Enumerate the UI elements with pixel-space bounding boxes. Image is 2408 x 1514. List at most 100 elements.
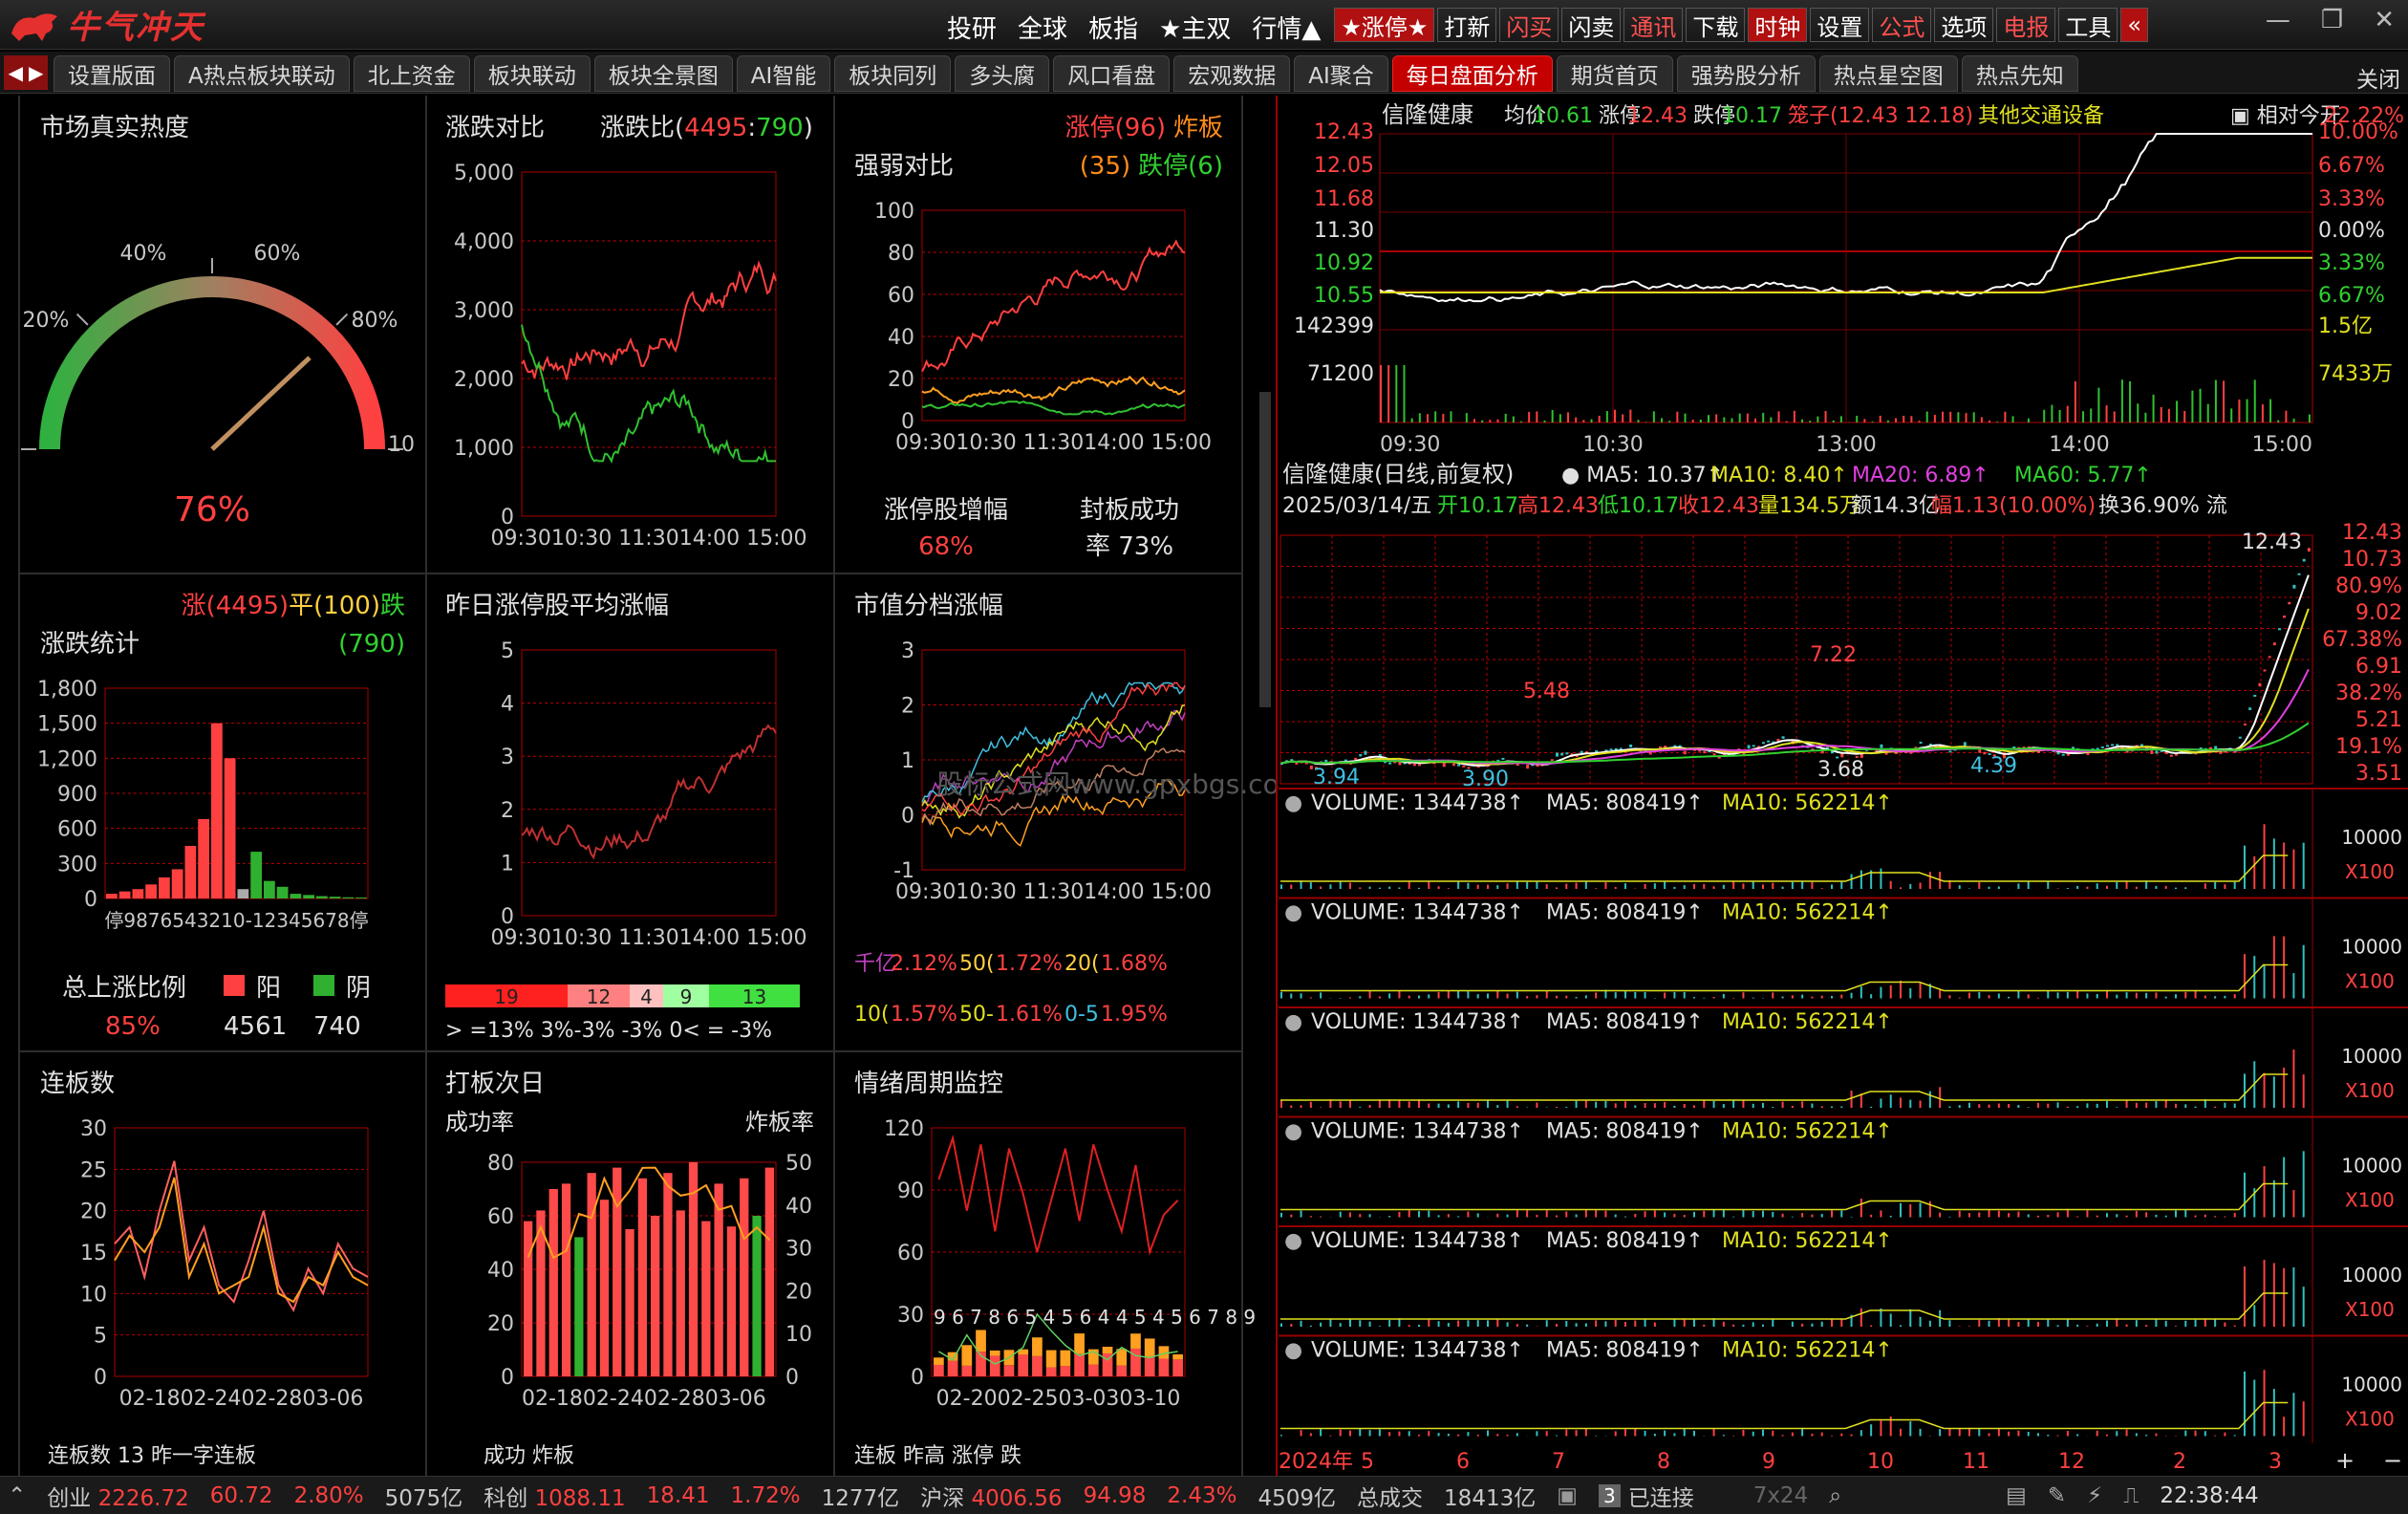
volume-ma5: MA5: 808419↑ bbox=[1546, 901, 1704, 925]
menu-item-1[interactable]: 全球 bbox=[1007, 8, 1078, 47]
zoom-in-icon[interactable]: + bbox=[2335, 1447, 2354, 1474]
speed-icon[interactable]: ⚡ bbox=[2087, 1483, 2102, 1508]
tab-1[interactable]: A热点板块联动 bbox=[174, 55, 350, 92]
toolbar-button-1[interactable]: 打新 bbox=[1437, 8, 1497, 42]
tab-4[interactable]: 板块全景图 bbox=[593, 55, 733, 92]
close-tab-button[interactable]: 关闭 bbox=[2356, 61, 2400, 94]
tab-6[interactable]: 板块同列 bbox=[834, 55, 952, 92]
restore-icon[interactable]: ❐ bbox=[2321, 6, 2343, 34]
message-icon[interactable]: ▣ bbox=[1557, 1483, 1578, 1508]
arrow-right-icon[interactable]: ▶ bbox=[29, 61, 43, 84]
tab-2[interactable]: 北上资金 bbox=[353, 55, 470, 92]
tab-7[interactable]: 多头腐 bbox=[955, 55, 1050, 92]
volume-bar bbox=[1349, 1100, 1351, 1108]
collapse-icon[interactable]: ● bbox=[1284, 1120, 1302, 1144]
toolbar-button-8[interactable]: 公式 bbox=[1872, 8, 1932, 42]
toolbar-button-10[interactable]: 电报 bbox=[1996, 8, 2056, 42]
volume-bar bbox=[1408, 1325, 1410, 1327]
volume-bar bbox=[1791, 1216, 1794, 1218]
volume-bar bbox=[1428, 1318, 1430, 1327]
y-tick-label: 5,000 bbox=[454, 162, 514, 185]
toolbar-button-4[interactable]: 通讯 bbox=[1623, 8, 1684, 42]
volume-bar bbox=[2184, 1320, 2187, 1327]
menu-item-2[interactable]: 板指 bbox=[1078, 8, 1149, 47]
volume-bar bbox=[1339, 1323, 1342, 1327]
volume-scale: 10000 bbox=[2341, 1264, 2402, 1287]
tab-3[interactable]: 板块联动 bbox=[473, 55, 591, 92]
tab-11[interactable]: 每日盘面分析 bbox=[1391, 55, 1553, 92]
menu-item-3[interactable]: ★主双 bbox=[1149, 8, 1241, 47]
minimize-icon[interactable]: — bbox=[2266, 6, 2290, 34]
toolbar-button-6[interactable]: 时钟 bbox=[1748, 8, 1808, 42]
collapse-icon[interactable]: ● bbox=[1284, 1339, 1302, 1363]
tab-10[interactable]: AI聚合 bbox=[1294, 55, 1388, 92]
emotion-bar bbox=[1172, 1359, 1183, 1376]
tab-0[interactable]: 设置版面 bbox=[54, 55, 170, 92]
emotion-bar bbox=[1144, 1338, 1155, 1357]
volume-ma-line bbox=[1280, 963, 2289, 992]
daban-bar bbox=[676, 1210, 685, 1376]
search-icon[interactable]: ⌕ bbox=[1829, 1483, 1841, 1508]
volume-bar bbox=[1712, 1428, 1715, 1437]
tab-9[interactable]: 宏观数据 bbox=[1173, 55, 1291, 92]
volume-bar bbox=[1487, 1430, 1489, 1437]
strength-title: 强弱对比 bbox=[854, 152, 954, 181]
tab-12[interactable]: 期货首页 bbox=[1556, 55, 1673, 92]
toolbar-button-3[interactable]: 闪卖 bbox=[1561, 8, 1622, 42]
volume-bar bbox=[1809, 421, 1812, 422]
expand-icon[interactable]: ⌃ bbox=[8, 1483, 26, 1508]
volume-bar bbox=[2175, 994, 2177, 999]
candle bbox=[2214, 746, 2218, 749]
volume-bar bbox=[2233, 1325, 2236, 1327]
volume-bar bbox=[1595, 992, 1598, 999]
network-icon[interactable]: ⎍ bbox=[2123, 1483, 2139, 1508]
tab-15[interactable]: 热点先知 bbox=[1961, 55, 2078, 92]
volume-bar bbox=[2302, 842, 2305, 889]
volume-bar bbox=[1840, 1210, 1843, 1218]
toolbar-button-2[interactable]: 闪买 bbox=[1499, 8, 1559, 42]
chat-icon[interactable]: ▤ bbox=[2006, 1483, 2027, 1508]
scrollbar-thumb[interactable] bbox=[1259, 392, 1271, 707]
toolbar-button-7[interactable]: 设置 bbox=[1810, 8, 1870, 42]
menu-item-0[interactable]: 投研 bbox=[936, 8, 1007, 47]
y-tick-label: 0 bbox=[501, 1366, 514, 1390]
collapse-icon[interactable]: ● bbox=[1284, 791, 1302, 815]
volume-bar bbox=[1683, 1104, 1686, 1108]
tab-scroll-arrows[interactable]: ◀ ▶ bbox=[4, 55, 48, 90]
tab-8[interactable]: 风口看盘 bbox=[1053, 55, 1171, 92]
emotion-bar bbox=[1045, 1367, 1057, 1376]
volume-bar bbox=[2125, 1215, 2128, 1218]
toolbar-button-5[interactable]: 下载 bbox=[1686, 8, 1746, 42]
arrow-left-icon[interactable]: ◀ bbox=[9, 61, 23, 84]
collapse-icon[interactable]: ● bbox=[1284, 1010, 1302, 1034]
timeline-label: 3 bbox=[2268, 1450, 2282, 1474]
hs-change: 94.98 bbox=[1083, 1482, 1147, 1508]
toolbar-button-12[interactable]: « bbox=[2120, 8, 2149, 42]
close-window-icon[interactable]: ✕ bbox=[2374, 6, 2395, 34]
tools-icon[interactable]: ✎ bbox=[2048, 1483, 2066, 1508]
volume-bar bbox=[2027, 1431, 2030, 1437]
volume-bar bbox=[2272, 1389, 2275, 1437]
volume-bar bbox=[1732, 1324, 1735, 1327]
volume-bar bbox=[1339, 880, 1342, 889]
intraday-info: 其他交通设备 bbox=[1978, 104, 2104, 128]
volume-bar bbox=[1359, 887, 1362, 889]
zoom-out-icon[interactable]: − bbox=[2383, 1447, 2402, 1474]
tab-13[interactable]: 强势股分析 bbox=[1676, 55, 1816, 92]
volume-bar bbox=[1742, 1099, 1745, 1108]
menu-item-4[interactable]: 行情▲ bbox=[1241, 8, 1331, 47]
volume-bar bbox=[1693, 1105, 1695, 1108]
toolbar-button-0[interactable]: ★涨停★ bbox=[1334, 8, 1435, 42]
tab-5[interactable]: AI智能 bbox=[736, 55, 831, 92]
volume-bar bbox=[1870, 1106, 1873, 1108]
volume-bar bbox=[1793, 410, 1795, 422]
toolbar-button-11[interactable]: 工具 bbox=[2058, 8, 2118, 42]
toolbar-button-9[interactable]: 选项 bbox=[1934, 8, 1994, 42]
plot-frame bbox=[921, 649, 1186, 871]
volume-bar bbox=[1457, 880, 1460, 889]
collapse-icon[interactable]: ● bbox=[1284, 901, 1302, 925]
volume-bar bbox=[1732, 997, 1735, 999]
tab-14[interactable]: 热点星空图 bbox=[1818, 55, 1958, 92]
volume-bar bbox=[1693, 883, 1695, 889]
collapse-icon[interactable]: ● bbox=[1284, 1229, 1302, 1253]
